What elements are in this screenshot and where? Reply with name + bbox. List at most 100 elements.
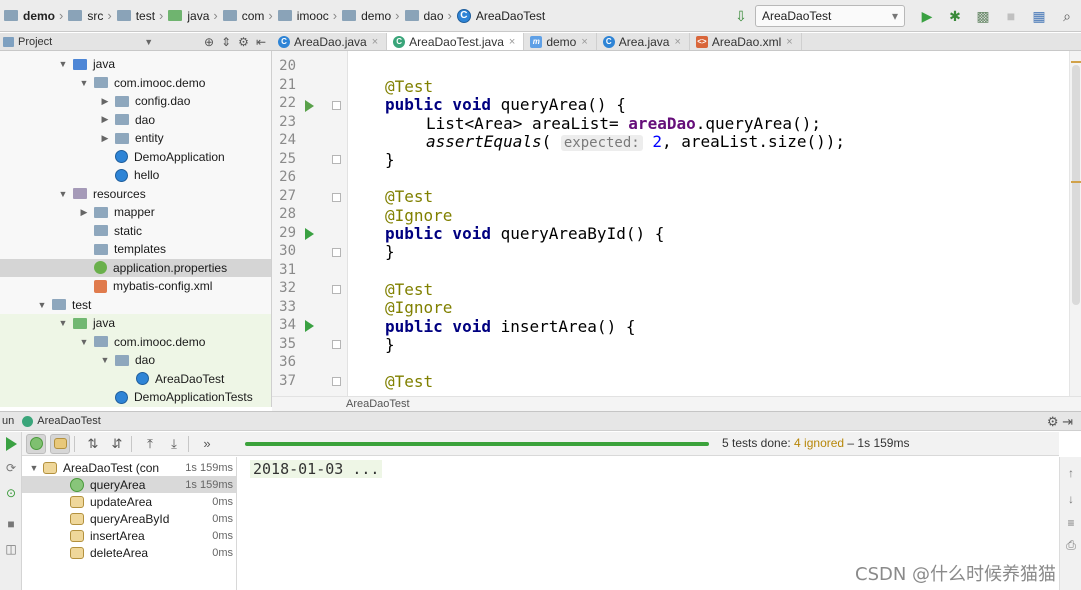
tree-item[interactable]: DemoApplication (0, 148, 271, 167)
soft-wrap-icon[interactable]: ≡ (1063, 515, 1079, 531)
code-editor[interactable]: @Test public void queryArea() { List<Are… (349, 51, 1069, 396)
project-panel-title[interactable]: Project (0, 36, 52, 48)
tree-item[interactable]: ▶ dao (0, 111, 271, 130)
collapse-all-icon[interactable]: ⤓ (164, 434, 184, 454)
tree-item[interactable]: ▼ dao (0, 351, 271, 370)
tree-item[interactable]: mybatis-config.xml (0, 277, 271, 296)
arrow-down-icon[interactable]: ↓ (1063, 491, 1079, 507)
fold-icon[interactable] (332, 248, 341, 257)
test-result-row[interactable]: updateArea 0ms (22, 493, 236, 510)
run-test-icon[interactable] (305, 100, 314, 112)
test-result-row[interactable]: queryAreaById 0ms (22, 510, 236, 527)
chevron-down-icon[interactable]: ▼ (144, 37, 153, 47)
chevron-down-icon[interactable]: ▼ (57, 318, 69, 328)
test-result-row[interactable]: queryArea 1s 159ms (22, 476, 236, 493)
more-icon[interactable]: » (197, 434, 217, 454)
stop-icon[interactable]: ■ (1000, 5, 1022, 27)
chevron-down-icon[interactable]: ▼ (78, 78, 90, 88)
show-ignored-button[interactable] (50, 433, 70, 454)
toggle-auto-test-button[interactable]: ⊙ (2, 484, 20, 502)
breadcrumb-item[interactable]: C AreaDaoTest (453, 0, 548, 32)
print-icon[interactable]: ⎙ (1063, 537, 1079, 553)
editor-tab[interactable]: C Area.java × (597, 33, 690, 50)
fold-icon[interactable] (332, 101, 341, 110)
run-test-icon[interactable] (305, 228, 314, 240)
coverage-icon[interactable]: ▩ (972, 5, 994, 27)
editor-tab[interactable]: C AreaDao.java × (272, 33, 388, 50)
run-icon[interactable]: ▶ (916, 5, 938, 27)
run-config-dropdown[interactable]: AreaDaoTest ▾ (755, 5, 905, 27)
breadcrumb-item[interactable]: test (113, 0, 158, 32)
close-icon[interactable]: × (509, 36, 515, 48)
fold-icon[interactable] (332, 155, 341, 164)
breadcrumb-item[interactable]: dao (401, 0, 447, 32)
tree-item[interactable]: ▼ test (0, 296, 271, 315)
breadcrumb-item[interactable]: com (219, 0, 268, 32)
sort-duration-icon[interactable]: ⇵ (107, 434, 127, 454)
tree-item[interactable]: ▼ java (0, 314, 271, 333)
tree-item[interactable]: ▼ resources (0, 185, 271, 204)
tree-item[interactable]: application.properties (0, 258, 271, 277)
rerun-failed-button[interactable]: ⟳ (2, 459, 20, 477)
breadcrumb-item[interactable]: imooc (274, 0, 332, 32)
target-icon[interactable]: ⊕ (204, 35, 214, 49)
test-result-row[interactable]: insertArea 0ms (22, 527, 236, 544)
gear-icon[interactable]: ⚙ ⇥ (1047, 414, 1073, 430)
tree-item[interactable]: ▶ config.dao (0, 92, 271, 111)
close-icon[interactable]: × (674, 36, 680, 48)
error-stripe-mark[interactable] (1071, 181, 1081, 183)
breadcrumb-item[interactable]: demo (338, 0, 394, 32)
tree-item[interactable]: static (0, 222, 271, 241)
hide-icon[interactable]: ⇤ (256, 35, 266, 49)
breadcrumb-item[interactable]: java (164, 0, 212, 32)
tree-item[interactable]: ▶ entity (0, 129, 271, 148)
breadcrumb-item[interactable]: demo (0, 0, 58, 32)
chevron-down-icon[interactable]: ▼ (36, 300, 48, 310)
error-stripe-mark[interactable] (1071, 61, 1081, 63)
test-result-row[interactable]: ▼ AreaDaoTest (con 1s 159ms (22, 459, 236, 476)
tree-item[interactable]: AreaDaoTest (0, 369, 271, 388)
test-result-row[interactable]: deleteArea 0ms (22, 544, 236, 561)
expand-all-icon[interactable]: ⤒ (140, 434, 160, 454)
gear-icon[interactable]: ⚙ (238, 35, 249, 49)
camera-icon[interactable]: ◫ (2, 540, 20, 558)
tree-item[interactable]: ▶ mapper (0, 203, 271, 222)
tree-item[interactable]: templates (0, 240, 271, 259)
run-tab[interactable]: AreaDaoTest (22, 415, 101, 427)
tree-item[interactable]: ▼ java (0, 55, 271, 74)
project-structure-icon[interactable]: ▦ (1028, 5, 1050, 27)
chevron-right-icon[interactable]: ▶ (99, 96, 111, 107)
fold-icon[interactable] (332, 340, 341, 349)
tree-item[interactable]: hello (0, 166, 271, 185)
tree-item[interactable]: ▼ com.imooc.demo (0, 332, 271, 351)
tree-item[interactable]: ▼ com.imooc.demo (0, 74, 271, 93)
fold-icon[interactable] (332, 377, 341, 386)
collapse-icon[interactable]: ⇕ (221, 35, 231, 49)
build-icon[interactable]: ⇩ (730, 5, 752, 27)
close-icon[interactable]: × (581, 36, 587, 48)
editor-tab[interactable]: <> AreaDao.xml × (690, 33, 802, 50)
chevron-down-icon[interactable]: ▼ (78, 337, 90, 347)
editor-breadcrumb-label[interactable]: AreaDaoTest (346, 398, 410, 410)
search-icon[interactable]: ⌕ (1056, 5, 1078, 27)
fold-icon[interactable] (332, 285, 341, 294)
fold-icon[interactable] (332, 193, 341, 202)
close-icon[interactable]: × (786, 36, 792, 48)
debug-icon[interactable]: ✱ (944, 5, 966, 27)
chevron-down-icon[interactable]: ▼ (57, 59, 69, 69)
tree-item[interactable]: DemoApplicationTests (0, 388, 271, 407)
chevron-down-icon[interactable]: ▼ (57, 189, 69, 199)
editor-tab[interactable]: m demo × (524, 33, 597, 50)
stop-button[interactable]: ■ (2, 515, 20, 533)
arrow-up-icon[interactable]: ↑ (1063, 465, 1079, 481)
chevron-right-icon[interactable]: ▶ (78, 207, 90, 218)
rerun-button[interactable] (2, 435, 20, 453)
sort-alpha-icon[interactable]: ⇅ (83, 434, 103, 454)
show-passed-button[interactable] (26, 433, 46, 454)
chevron-down-icon[interactable]: ▼ (28, 463, 40, 473)
close-icon[interactable]: × (372, 36, 378, 48)
chevron-right-icon[interactable]: ▶ (99, 114, 111, 125)
chevron-right-icon[interactable]: ▶ (99, 133, 111, 144)
chevron-down-icon[interactable]: ▼ (99, 355, 111, 365)
breadcrumb-item[interactable]: src (64, 0, 106, 32)
